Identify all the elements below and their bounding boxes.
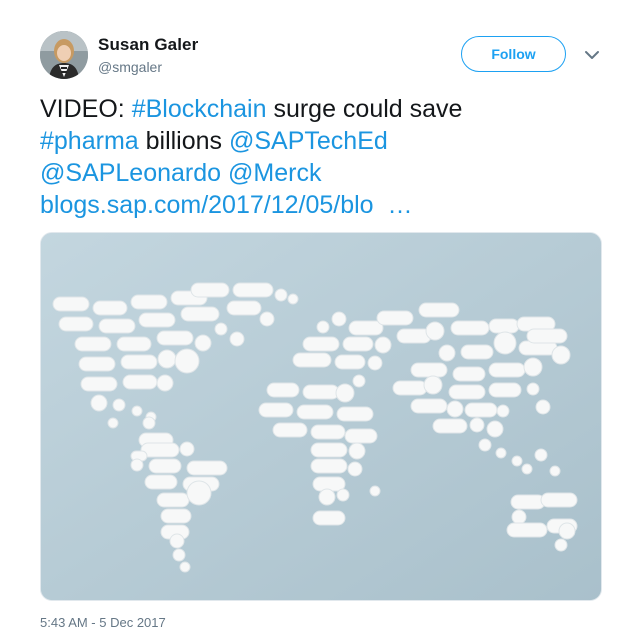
tweet-line-1: VIDEO: #Blockchain surge could save — [40, 93, 620, 125]
mention-merck[interactable]: @Merck — [228, 159, 321, 187]
tweet-text-plain: billions — [138, 127, 229, 155]
follow-button[interactable]: Follow — [461, 36, 566, 72]
hashtag-pharma[interactable]: #pharma — [40, 127, 139, 155]
user-handle[interactable]: @smgaler — [98, 59, 162, 75]
tweet-timestamp[interactable]: 5:43 AM - 5 Dec 2017 — [40, 615, 166, 627]
tweet-text-plain: surge could save — [266, 95, 463, 123]
chevron-down-icon[interactable] — [583, 46, 601, 64]
tweet-text-plain: VIDEO: — [40, 95, 132, 123]
pill-world-map-icon — [41, 233, 601, 600]
user-avatar[interactable] — [40, 31, 88, 79]
tweet-card: Susan Galer @smgaler Follow VIDEO: #Bloc… — [0, 0, 639, 627]
tweet-line-3: @SAPLeonardo @Merck — [40, 157, 620, 189]
tweet-line-4: blogs.sap.com/2017/12/05/blo … — [40, 189, 620, 221]
tweet-media-image[interactable] — [40, 232, 602, 601]
user-name[interactable]: Susan Galer — [98, 35, 198, 55]
hashtag-blockchain[interactable]: #Blockchain — [132, 95, 267, 123]
url-link[interactable]: blogs.sap.com/2017/12/05/blo … — [40, 191, 412, 219]
mention-sapteched[interactable]: @SAPTechEd — [229, 127, 388, 155]
tweet-text: VIDEO: #Blockchain surge could save #pha… — [40, 93, 620, 221]
avatar-photo-icon — [40, 31, 88, 79]
url-link-text: blogs.sap.com/2017/12/05/blo — [40, 191, 374, 219]
mention-sapleonardo[interactable]: @SAPLeonardo — [40, 159, 221, 187]
tweet-line-2: #pharma billions @SAPTechEd — [40, 125, 620, 157]
url-ellipsis: … — [387, 191, 413, 219]
